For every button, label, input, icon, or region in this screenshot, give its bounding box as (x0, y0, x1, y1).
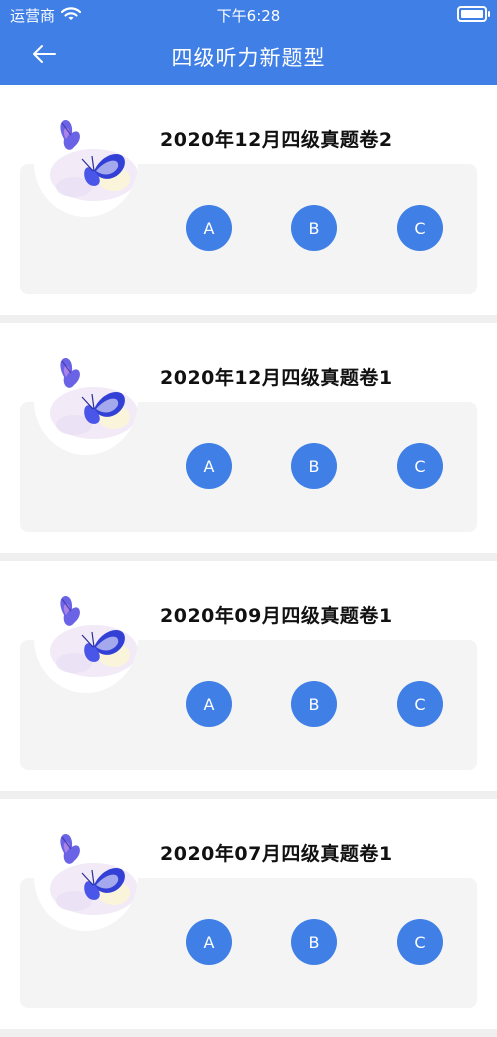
battery-icon (457, 6, 490, 22)
page-title: 四级听力新题型 (171, 46, 326, 70)
butterfly-icon (34, 585, 138, 693)
status-bar: 运营商 下午6:28 (0, 0, 497, 28)
option-a-button[interactable]: A (186, 681, 232, 727)
paper-card: 2020年09月四级真题卷1 A B C (0, 561, 497, 791)
option-b-button[interactable]: B (291, 681, 337, 727)
option-a-button[interactable]: A (186, 443, 232, 489)
option-b-button[interactable]: B (291, 919, 337, 965)
butterfly-icon (34, 347, 138, 455)
app-header: 运营商 下午6:28 四级听力新题型 (0, 0, 497, 85)
paper-title[interactable]: 2020年12月四级真题卷1 (160, 363, 393, 390)
option-a-button[interactable]: A (186, 919, 232, 965)
option-a-button[interactable]: A (186, 205, 232, 251)
paper-card: 2020年07月四级真题卷1 A B C (0, 799, 497, 1029)
paper-card: 2020年12月四级真题卷1 A B C (0, 323, 497, 553)
option-b-button[interactable]: B (291, 443, 337, 489)
paper-card: 2020年12月四级真题卷2 A B C (0, 85, 497, 315)
paper-title[interactable]: 2020年12月四级真题卷2 (160, 125, 393, 152)
option-b-button[interactable]: B (291, 205, 337, 251)
paper-title[interactable]: 2020年09月四级真题卷1 (160, 601, 393, 628)
paper-title[interactable]: 2020年07月四级真题卷1 (160, 839, 393, 866)
butterfly-icon (34, 823, 138, 931)
option-c-button[interactable]: C (397, 919, 443, 965)
option-c-button[interactable]: C (397, 205, 443, 251)
status-time: 下午6:28 (216, 7, 281, 25)
option-c-button[interactable]: C (397, 681, 443, 727)
nav-bar: 四级听力新题型 (0, 28, 497, 85)
butterfly-icon (34, 109, 138, 217)
option-c-button[interactable]: C (397, 443, 443, 489)
paper-list: 2020年12月四级真题卷2 A B C 2020年12月四级真题卷1 A B C 2020年0… (0, 85, 497, 1037)
